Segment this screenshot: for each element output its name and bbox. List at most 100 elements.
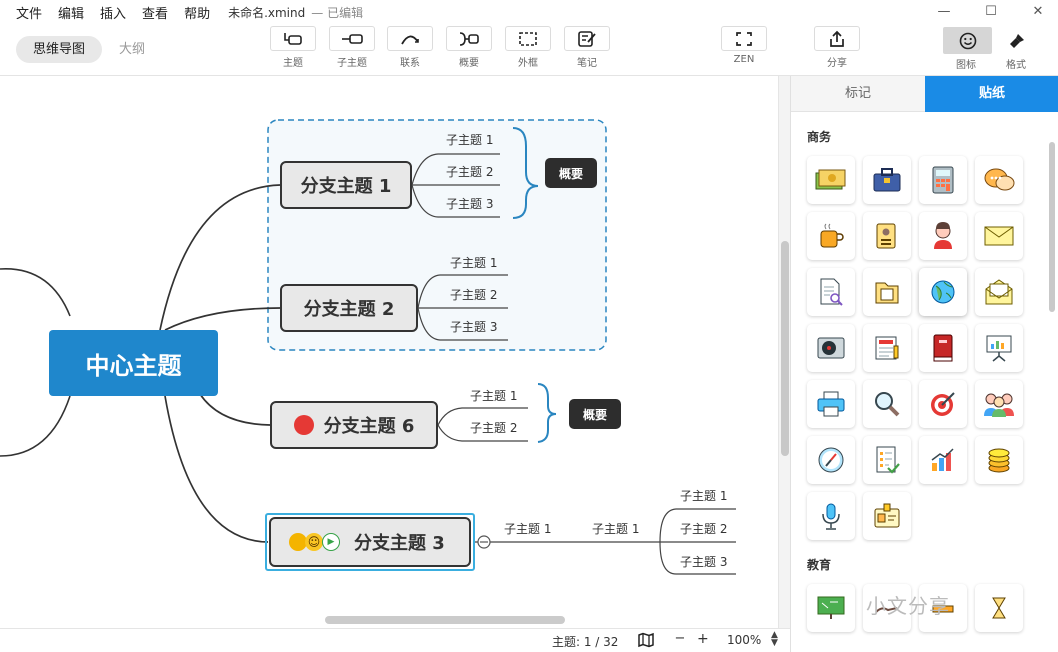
- subtopic[interactable]: 子主题 2: [446, 163, 493, 180]
- relation-icon: [401, 35, 419, 44]
- coins-icon: [988, 448, 1010, 473]
- format-panel-button[interactable]: [992, 27, 1041, 54]
- close-button[interactable]: ✕: [1030, 4, 1046, 20]
- vertical-scrollbar[interactable]: [778, 76, 790, 628]
- sticker-calculator[interactable]: [919, 156, 967, 204]
- menu-help[interactable]: 帮助: [184, 3, 210, 22]
- zen-button[interactable]: ZEN: [721, 26, 767, 65]
- sticker-compass[interactable]: [807, 436, 855, 484]
- sticker-envelope[interactable]: [975, 212, 1023, 260]
- sticker-team[interactable]: [975, 380, 1023, 428]
- subtopic-icon: [342, 33, 363, 44]
- sticker-printer[interactable]: [807, 380, 855, 428]
- branch-topic-6[interactable]: 分支主题 6: [270, 401, 438, 449]
- zoom-out-button[interactable]: −: [673, 630, 687, 646]
- summary-icon: [459, 31, 479, 46]
- scroll-thumb[interactable]: [781, 241, 789, 456]
- summary-bracket: [537, 383, 557, 443]
- menu-insert[interactable]: 插入: [100, 3, 126, 22]
- central-topic-label: 中心主题: [85, 351, 182, 380]
- sticker-microphone[interactable]: [807, 492, 855, 540]
- sticker-coins[interactable]: [975, 436, 1023, 484]
- branch-topic-1[interactable]: 分支主题 1: [280, 161, 412, 209]
- subtopic[interactable]: 子主题 2: [470, 419, 517, 436]
- tab-marks[interactable]: 标记: [791, 76, 925, 112]
- sticker-document[interactable]: [807, 268, 855, 316]
- sticker-blackboard[interactable]: [807, 584, 855, 632]
- boundary-icon: [519, 31, 537, 46]
- subtopic[interactable]: 子主题 1: [680, 487, 727, 504]
- subtopic-button[interactable]: 子主题: [329, 26, 375, 69]
- document-status: — 已编辑: [311, 5, 364, 20]
- panel-scrollbar[interactable]: [1047, 112, 1057, 652]
- sticker-education-4[interactable]: [975, 584, 1023, 632]
- sticker-panel: 标记 贴纸 商务 教育: [790, 76, 1058, 652]
- scroll-thumb[interactable]: [1049, 142, 1055, 312]
- sticker-idcard[interactable]: [863, 212, 911, 260]
- menu-view[interactable]: 查看: [142, 3, 168, 22]
- map-icon[interactable]: [638, 632, 654, 651]
- maximize-button[interactable]: ☐: [983, 4, 999, 20]
- sticker-turntable[interactable]: [807, 324, 855, 372]
- note-button[interactable]: 笔记: [564, 26, 610, 69]
- subtopic[interactable]: 子主题 1: [504, 520, 551, 537]
- subtopic[interactable]: 子主题 1: [470, 387, 517, 404]
- sticker-folder[interactable]: [863, 268, 911, 316]
- blackboard-icon: [817, 596, 845, 619]
- boundary-button[interactable]: 外框: [505, 26, 551, 69]
- team-icon: [984, 393, 1014, 417]
- sticker-newspaper[interactable]: [863, 324, 911, 372]
- summary-label: 概要: [459, 58, 479, 69]
- sticker-coffee[interactable]: [807, 212, 855, 260]
- share-button[interactable]: 分享: [814, 26, 860, 69]
- sticker-badge[interactable]: [863, 492, 911, 540]
- zoom-in-button[interactable]: +: [697, 631, 709, 647]
- sidebar-toggle-group: [943, 27, 1041, 54]
- scroll-thumb[interactable]: [325, 616, 565, 624]
- relation-button[interactable]: 联系: [387, 26, 433, 69]
- support-agent-icon: [934, 222, 952, 249]
- target-icon: [931, 392, 955, 416]
- mindmap-canvas[interactable]: 中心主题 分支主题 1 子主题 1 子主题 2 子主题 3 概要 分支主题 2 …: [0, 76, 778, 628]
- sticker-target[interactable]: [919, 380, 967, 428]
- sticker-briefcase[interactable]: [863, 156, 911, 204]
- horizontal-scrollbar[interactable]: [0, 612, 778, 626]
- sticker-chat[interactable]: [975, 156, 1023, 204]
- tab-outline[interactable]: 大纲: [102, 36, 162, 63]
- sticker-chart[interactable]: [919, 436, 967, 484]
- subtopic[interactable]: 子主题 2: [680, 520, 727, 537]
- sticker-money[interactable]: [807, 156, 855, 204]
- brush-icon: [1009, 33, 1024, 48]
- subtopic[interactable]: 子主题 3: [450, 318, 497, 335]
- summary-topic[interactable]: 概要: [545, 158, 597, 188]
- icon-panel-button[interactable]: [943, 27, 992, 54]
- branch-topic-2[interactable]: 分支主题 2: [280, 284, 418, 332]
- subtopic[interactable]: 子主题 1: [450, 254, 497, 271]
- topic-button[interactable]: 主题: [270, 26, 316, 69]
- branch-topic-3[interactable]: ☺ ▶ 分支主题 3: [269, 517, 471, 567]
- menu-file[interactable]: 文件: [16, 3, 42, 22]
- sticker-magnifier[interactable]: [863, 380, 911, 428]
- tab-stickers[interactable]: 贴纸: [925, 76, 1058, 112]
- tab-mindmap[interactable]: 思维导图: [16, 36, 103, 63]
- subtopic[interactable]: 子主题 2: [450, 286, 497, 303]
- sticker-support[interactable]: [919, 212, 967, 260]
- sticker-globe[interactable]: [919, 268, 967, 316]
- menu-edit[interactable]: 编辑: [58, 3, 84, 22]
- central-topic[interactable]: 中心主题: [49, 330, 218, 396]
- sticker-letter[interactable]: [975, 268, 1023, 316]
- zoom-stepper-icon[interactable]: ▲ ▼: [771, 631, 778, 648]
- summary-topic[interactable]: 概要: [569, 399, 621, 429]
- subtopic[interactable]: 子主题 3: [680, 553, 727, 570]
- summary-button[interactable]: 概要: [446, 26, 492, 69]
- open-letter-icon: [985, 279, 1013, 305]
- sticker-checklist[interactable]: [863, 436, 911, 484]
- subtopic[interactable]: 子主题 3: [446, 195, 493, 212]
- sticker-presentation[interactable]: [975, 324, 1023, 372]
- sticker-book[interactable]: [919, 324, 967, 372]
- subtopic[interactable]: 子主题 1: [592, 520, 639, 537]
- subtopic[interactable]: 子主题 1: [446, 131, 493, 148]
- record-player-icon: [817, 337, 845, 359]
- minimize-button[interactable]: —: [936, 4, 952, 20]
- zoom-level[interactable]: 100%: [727, 633, 761, 647]
